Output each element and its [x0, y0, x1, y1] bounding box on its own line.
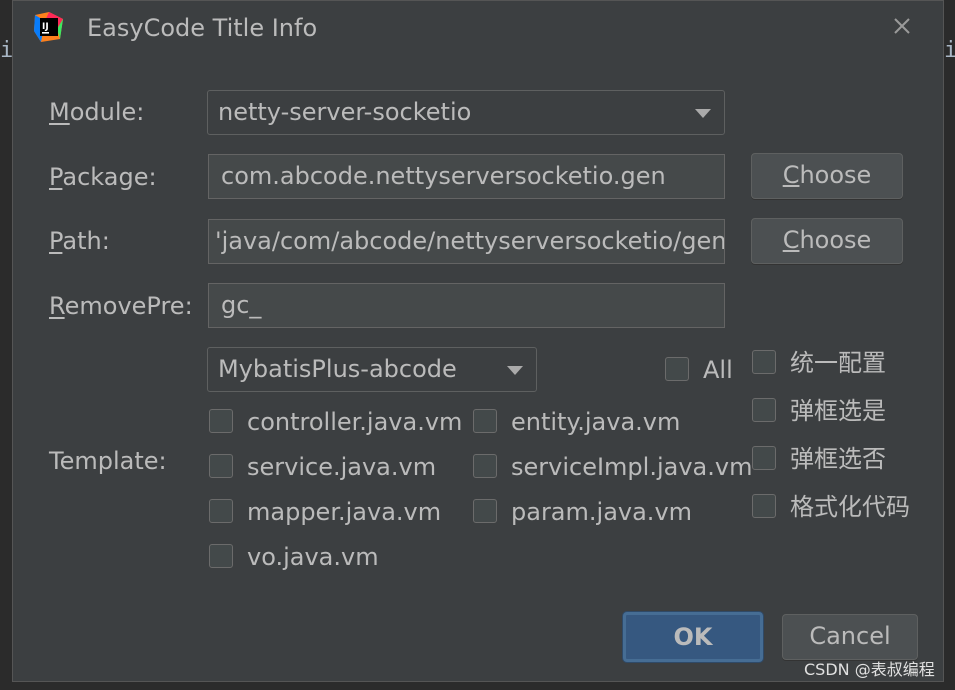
package-input[interactable]: com.abcode.nettyserversocketio.gen	[208, 154, 725, 199]
all-checkbox-label: All	[703, 356, 733, 384]
title-bar: IJ EasyCode Title Info	[13, 1, 943, 55]
checkbox-box[interactable]	[209, 499, 233, 523]
checkbox-box[interactable]	[752, 350, 776, 374]
checkbox-label: mapper.java.vm	[247, 498, 442, 526]
checkbox-label: 统一配置	[790, 349, 886, 377]
all-checkbox[interactable]: All	[665, 353, 745, 387]
checkbox-label: vo.java.vm	[247, 543, 379, 571]
background-code-glyph-right: i	[944, 38, 955, 63]
template-file-checkbox[interactable]: mapper.java.vm	[209, 495, 459, 529]
checkbox-label: entity.java.vm	[511, 408, 681, 436]
checkbox-box[interactable]	[209, 409, 233, 433]
path-choose-button[interactable]: Choose	[751, 218, 903, 264]
checkbox-box[interactable]	[752, 494, 776, 518]
module-select[interactable]: netty-server-socketio	[207, 90, 725, 135]
checkbox-label: controller.java.vm	[247, 408, 463, 436]
template-file-checkbox[interactable]: controller.java.vm	[209, 405, 463, 439]
option-checkbox-unified-config[interactable]: 统一配置	[752, 346, 922, 380]
path-label: Path:	[49, 227, 110, 255]
checkbox-box[interactable]	[209, 454, 233, 478]
checkbox-label: service.java.vm	[247, 453, 437, 481]
option-checkbox-popup-yes[interactable]: 弹框选是	[752, 394, 922, 428]
intellij-idea-icon: IJ	[33, 11, 65, 43]
module-select-value: netty-server-socketio	[218, 98, 472, 126]
removepre-input[interactable]: gc_	[208, 283, 725, 328]
chevron-down-icon	[507, 366, 523, 375]
option-checkbox-popup-no[interactable]: 弹框选否	[752, 442, 922, 476]
checkbox-box[interactable]	[752, 446, 776, 470]
svg-text:IJ: IJ	[42, 22, 49, 32]
template-group-select[interactable]: MybatisPlus-abcode	[207, 347, 537, 392]
checkbox-label: 格式化代码	[790, 493, 910, 521]
checkbox-box[interactable]	[473, 409, 497, 433]
checkbox-label: serviceImpl.java.vm	[511, 453, 753, 481]
checkbox-box[interactable]	[209, 544, 233, 568]
checkbox-label: 弹框选是	[790, 397, 886, 425]
easycode-dialog: IJ EasyCode Title Info Module: netty-ser…	[12, 0, 944, 682]
checkbox-box[interactable]	[473, 454, 497, 478]
csdn-watermark: CSDN @表叔编程	[804, 660, 935, 679]
dialog-title: EasyCode Title Info	[87, 14, 318, 42]
checkbox-box[interactable]	[752, 398, 776, 422]
template-file-checkbox[interactable]: serviceImpl.java.vm	[473, 450, 752, 484]
template-file-checkbox[interactable]: vo.java.vm	[209, 540, 409, 574]
template-file-checkbox[interactable]: entity.java.vm	[473, 405, 693, 439]
template-label: Template:	[49, 447, 167, 475]
all-checkbox-box[interactable]	[665, 357, 689, 381]
template-group-select-value: MybatisPlus-abcode	[218, 355, 457, 383]
close-icon[interactable]	[889, 13, 915, 39]
chevron-down-icon	[695, 109, 711, 118]
removepre-label: RemovePre:	[49, 292, 193, 320]
template-file-checkbox[interactable]: param.java.vm	[473, 495, 693, 529]
checkbox-label: 弹框选否	[790, 445, 886, 473]
ok-button[interactable]: OK	[623, 612, 763, 662]
package-label: Package:	[49, 163, 157, 191]
checkbox-label: param.java.vm	[511, 498, 693, 526]
package-choose-button[interactable]: Choose	[751, 153, 903, 199]
module-label: Module:	[49, 98, 145, 126]
checkbox-box[interactable]	[473, 499, 497, 523]
template-file-checkbox[interactable]: service.java.vm	[209, 450, 459, 484]
option-checkbox-format-code[interactable]: 格式化代码	[752, 490, 932, 524]
path-input[interactable]: 'java/com/abcode/nettyserversocketio/gen	[208, 219, 725, 264]
cancel-button[interactable]: Cancel	[782, 614, 918, 660]
